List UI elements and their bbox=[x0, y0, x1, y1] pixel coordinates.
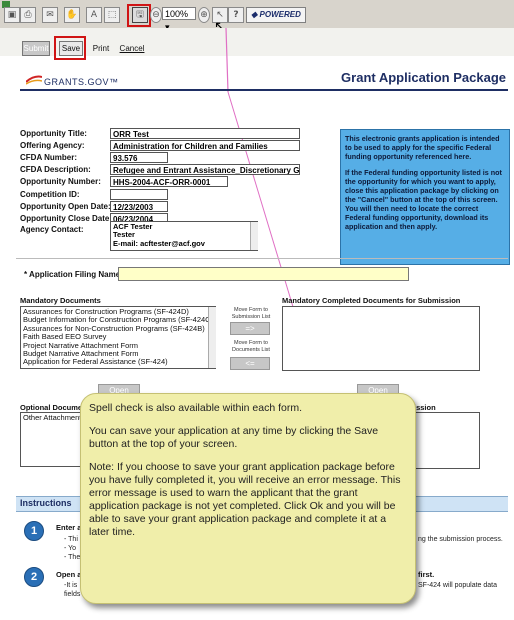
tooltip-paragraph-3: Note: If you choose to save your grant a… bbox=[89, 461, 401, 538]
grants-gov-logo bbox=[25, 72, 43, 85]
step-1-title: Enter a bbox=[56, 523, 82, 532]
info-box-paragraph-1: This electronic grants application is in… bbox=[345, 134, 500, 161]
section-divider bbox=[16, 258, 508, 259]
step-2-line: fields bbox=[64, 591, 81, 598]
field-value[interactable]: Refugee and Entrant Assistance_Discretio… bbox=[110, 164, 300, 176]
move-to-documents-button[interactable]: <= bbox=[230, 357, 270, 370]
mandatory-documents-list[interactable]: Assurances for Construction Programs (SF… bbox=[20, 306, 216, 369]
page-title: Grant Application Package bbox=[341, 70, 506, 85]
field-label: CFDA Description: bbox=[20, 165, 91, 175]
step-2-right-text: SF-424 will populate data bbox=[418, 582, 497, 589]
application-filing-name-label: * Application Filing Name: bbox=[24, 270, 123, 279]
field-value[interactable]: 93.576 bbox=[110, 152, 168, 164]
agency-contact-textarea[interactable]: ACF Tester Tester E-mail: acftester@acf.… bbox=[110, 221, 258, 251]
optional-completed-title: ission bbox=[414, 403, 436, 412]
step-2-right-title: first. bbox=[418, 570, 435, 579]
field-label: Offering Agency: bbox=[20, 141, 85, 151]
agency-contact-scrollbar[interactable] bbox=[250, 222, 258, 250]
field-value[interactable]: ORR Test bbox=[110, 128, 300, 139]
optional-documents-title: Optional Documents bbox=[20, 403, 82, 412]
application-filing-name-input[interactable] bbox=[118, 267, 409, 281]
step-1-line: - Yo bbox=[64, 545, 77, 552]
help-tooltip: Spell check is also available within eac… bbox=[80, 393, 416, 604]
field-value[interactable]: 12/23/2003 bbox=[110, 200, 168, 212]
mandatory-completed-list[interactable] bbox=[282, 306, 480, 371]
mandatory-documents-title: Mandatory Documents bbox=[20, 296, 101, 305]
tooltip-paragraph-1: Spell check is also available within eac… bbox=[89, 402, 303, 414]
mandatory-list-scrollbar[interactable] bbox=[208, 307, 216, 368]
field-value[interactable] bbox=[110, 188, 168, 200]
move-to-documents-label: Move Form to Documents List bbox=[232, 340, 270, 353]
field-value[interactable]: HHS-2004-ACF-ORR-0001 bbox=[110, 176, 228, 188]
field-label: Opportunity Open Date: bbox=[20, 201, 111, 211]
instructions-title: Instructions bbox=[20, 498, 72, 508]
tooltip-paragraph-2: You can save your application at any tim… bbox=[89, 425, 379, 450]
list-item[interactable]: Application for Federal Assistance (SF-4… bbox=[23, 358, 213, 367]
step-1-line: - The bbox=[64, 554, 81, 561]
step-2-icon: 2 bbox=[24, 567, 44, 587]
step-1-right-text: ng the submission process. bbox=[418, 536, 503, 543]
mandatory-completed-title: Mandatory Completed Documents for Submis… bbox=[282, 296, 461, 305]
step-2-line: -It is bbox=[64, 582, 78, 589]
move-to-submission-label: Move Form to Submission List bbox=[231, 307, 271, 320]
agency-contact-line: E-mail: acftester@acf.gov bbox=[113, 238, 205, 248]
field-label: Opportunity Title: bbox=[20, 129, 87, 138]
move-to-submission-button[interactable]: => bbox=[230, 322, 270, 335]
field-label: Opportunity Number: bbox=[20, 177, 101, 187]
grants-gov-logo-text: GRANTS.GOV™ bbox=[44, 77, 119, 87]
info-box-paragraph-2: If the Federal funding opportunity liste… bbox=[345, 168, 502, 231]
step-1-line: - Thi bbox=[64, 536, 78, 543]
step-1-icon: 1 bbox=[24, 521, 44, 541]
agency-contact-label: Agency Contact: bbox=[20, 225, 84, 234]
field-label: Opportunity Close Date: bbox=[20, 213, 113, 223]
header-divider bbox=[20, 89, 508, 91]
field-label: Competition ID: bbox=[20, 189, 80, 199]
field-label: CFDA Number: bbox=[20, 153, 78, 163]
info-box: This electronic grants application is in… bbox=[340, 129, 510, 265]
field-value[interactable]: Administration for Children and Families bbox=[110, 140, 300, 152]
